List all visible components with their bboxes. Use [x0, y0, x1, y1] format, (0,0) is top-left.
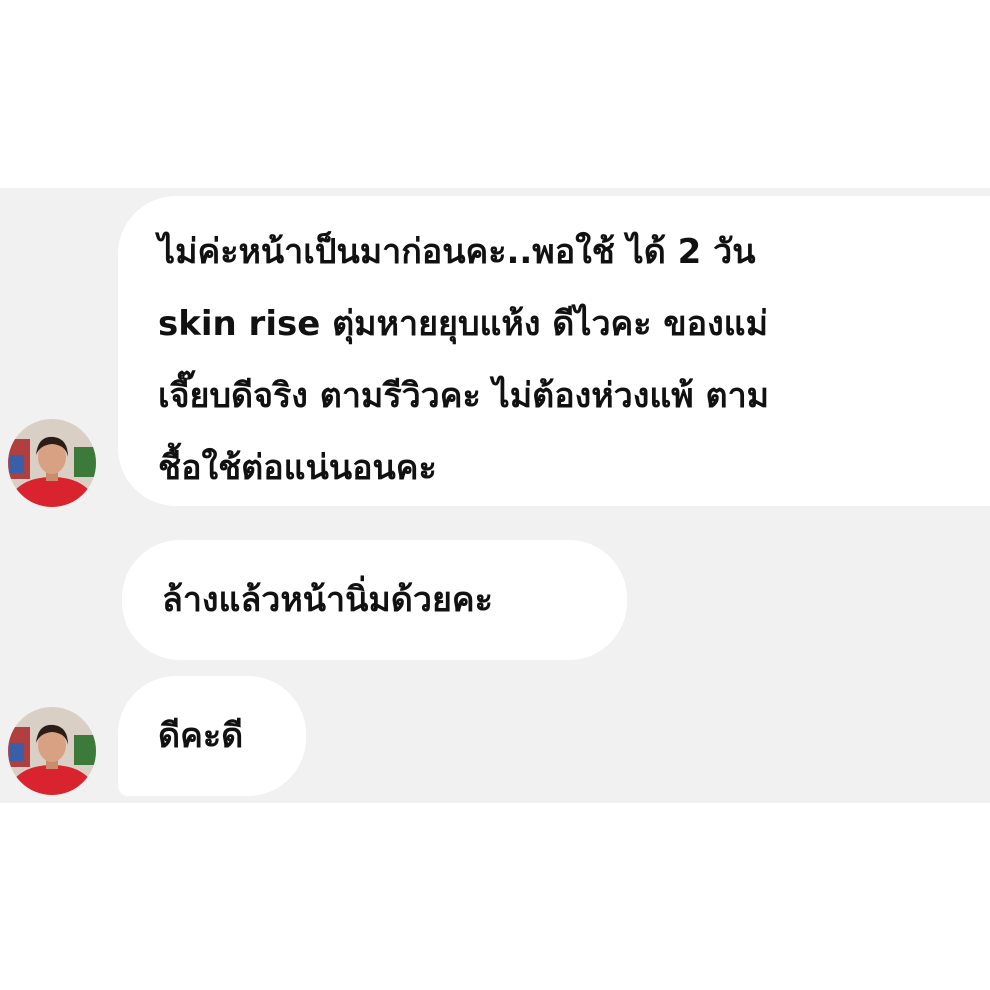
message-bubble[interactable]: ดีคะดี — [118, 676, 306, 796]
message-line: ไม่ค่ะหน้าเป็นมาก่อนคะ..พอใช้ ได้ 2 วัน — [158, 232, 756, 272]
contact-avatar[interactable] — [8, 419, 96, 507]
message-line: skin rise ตุ่มหายยุบแห้ง ดีไวคะ ของแม่ — [158, 304, 768, 344]
message-line: ชื้อใช้ต่อแน่นอนคะ — [158, 448, 437, 488]
message-text: ล้างแล้วหน้านิ่มด้วยคะ — [162, 580, 493, 620]
message-line: เจี๊ยบดีจริง ตามรีวิวคะ ไม่ต้องห่วงแพ้ ต… — [158, 376, 770, 416]
message-text: ดีคะดี — [158, 716, 244, 756]
message-bubble[interactable]: ไม่ค่ะหน้าเป็นมาก่อนคะ..พอใช้ ได้ 2 วัน … — [118, 196, 990, 506]
contact-avatar[interactable] — [8, 707, 96, 795]
message-bubble[interactable]: ล้างแล้วหน้านิ่มด้วยคะ — [122, 540, 627, 660]
